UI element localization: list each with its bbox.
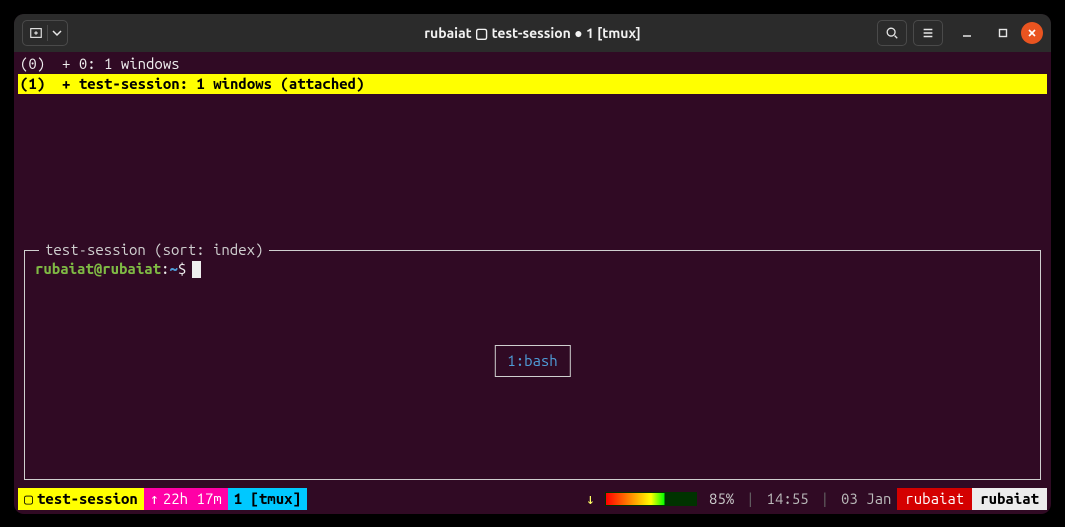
maximize-icon xyxy=(997,27,1009,39)
titlebar-left xyxy=(22,20,68,46)
new-tab-split-button[interactable] xyxy=(22,20,68,46)
prompt-symbol: $ xyxy=(178,259,186,279)
titlebar: rubaiat ▢ test-session ● 1 [tmux] xyxy=(14,14,1051,52)
close-button[interactable] xyxy=(1021,22,1043,44)
minimize-button[interactable] xyxy=(955,21,979,45)
close-icon xyxy=(1027,28,1037,38)
status-session: ▢test-session xyxy=(18,488,144,510)
battery-meter xyxy=(605,492,697,506)
cursor xyxy=(192,261,201,278)
terminal-window: rubaiat ▢ test-session ● 1 [tmux] (0) + … xyxy=(14,14,1051,514)
status-window: 1 [tmux] xyxy=(228,488,307,510)
status-right: ↓ 85% | 14:55 | 03 Jan rubaiat rubaiat xyxy=(580,488,1047,510)
new-tab-icon xyxy=(29,26,43,40)
status-user-a: rubaiat xyxy=(897,488,972,510)
status-date: 03 Jan xyxy=(835,488,897,510)
session-row-selected[interactable]: (1) + test-session: 1 windows (attached) xyxy=(18,74,1047,94)
titlebar-right xyxy=(877,20,1043,46)
terminal-body[interactable]: (0) + 0: 1 windows (1) + test-session: 1… xyxy=(18,52,1047,510)
minimize-icon xyxy=(961,27,973,39)
prompt-cwd: ~ xyxy=(169,259,177,279)
prompt-host: rubaiat xyxy=(102,259,161,279)
session-preview: test-session (sort: index) rubaiat@rubai… xyxy=(24,250,1041,480)
prompt-user: rubaiat xyxy=(35,259,94,279)
session-list: (0) + 0: 1 windows (1) + test-session: 1… xyxy=(18,52,1047,94)
status-uptime: ↑22h 17m xyxy=(144,488,228,510)
window-badge: 1:bash xyxy=(494,345,570,377)
session-row[interactable]: (0) + 0: 1 windows xyxy=(18,54,1047,74)
preview-label: test-session (sort: index) xyxy=(39,240,269,260)
hamburger-icon xyxy=(921,26,935,40)
status-battery-pct: 85% xyxy=(703,488,740,510)
status-user-b: rubaiat xyxy=(972,488,1047,510)
status-time: 14:55 xyxy=(761,488,815,510)
menu-button[interactable] xyxy=(913,20,943,46)
shell-prompt: rubaiat@rubaiat:~$ xyxy=(35,259,201,279)
chevron-down-icon xyxy=(52,28,62,38)
maximize-button[interactable] xyxy=(991,21,1015,45)
search-button[interactable] xyxy=(877,20,907,46)
search-icon xyxy=(885,26,899,40)
status-net: ↓ xyxy=(580,488,605,510)
tmux-status-bar: ▢test-session ↑22h 17m 1 [tmux] ↓ 85% | … xyxy=(18,488,1047,510)
